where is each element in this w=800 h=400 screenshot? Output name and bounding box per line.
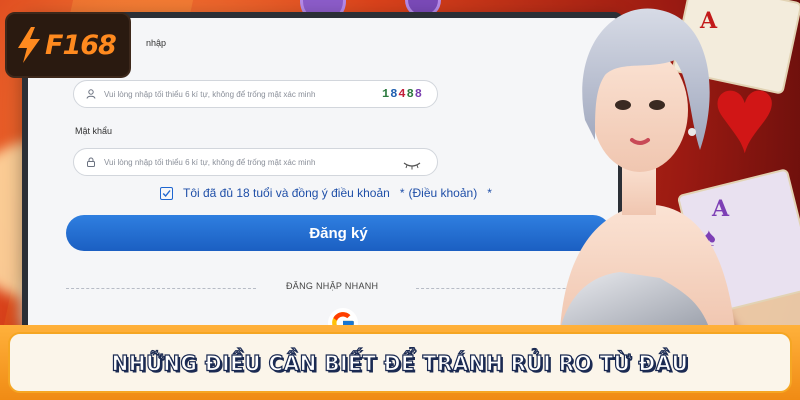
- password-field[interactable]: [73, 148, 438, 176]
- lock-icon: [86, 157, 96, 167]
- username-label: nhập: [146, 38, 167, 48]
- register-button[interactable]: Đăng ký: [66, 215, 611, 251]
- captcha-digit: 8: [414, 87, 423, 101]
- quick-login-label: ĐĂNG NHẬP NHANH: [286, 281, 379, 291]
- required-mark: *: [399, 186, 405, 200]
- password-input[interactable]: [102, 156, 396, 168]
- captcha-digit: 8: [406, 87, 415, 101]
- terms-link[interactable]: (Điều khoản): [409, 186, 478, 200]
- username-field[interactable]: 18488: [73, 80, 438, 108]
- required-mark: *: [487, 186, 492, 200]
- user-icon: [86, 89, 96, 99]
- title-banner-panel: NHỮNG ĐIỀU CẦN BIẾT ĐỂ TRÁNH RỦI RO TỪ Đ…: [8, 332, 792, 393]
- captcha-code[interactable]: 18488: [382, 87, 423, 101]
- captcha-digits: 18488: [382, 87, 423, 101]
- model-portrait: [560, 8, 735, 330]
- divider-line: [66, 288, 256, 289]
- banner-title: NHỮNG ĐIỀU CẦN BIẾT ĐỂ TRÁNH RỦI RO TỪ Đ…: [111, 349, 689, 376]
- f168-logo[interactable]: F168: [5, 12, 131, 78]
- lightning-bolt-icon: [18, 27, 40, 63]
- quick-login-divider: ĐĂNG NHẬP NHANH: [66, 278, 611, 298]
- username-input[interactable]: [102, 88, 396, 100]
- captcha-digit: 4: [398, 87, 407, 101]
- password-label: Mật khẩu: [75, 126, 113, 136]
- captcha-digit: 1: [381, 87, 391, 101]
- eye-closed-icon[interactable]: [403, 157, 421, 175]
- title-banner: NHỮNG ĐIỀU CẦN BIẾT ĐỂ TRÁNH RỦI RO TỪ Đ…: [0, 325, 800, 400]
- checkmark-icon: [162, 189, 171, 197]
- terms-text: Tôi đã đủ 18 tuổi và đồng ý điều khoản: [183, 186, 390, 200]
- terms-row: Tôi đã đủ 18 tuổi và đồng ý điều khoản *…: [160, 186, 496, 200]
- logo-text: F168: [45, 29, 117, 61]
- terms-checkbox[interactable]: [160, 186, 173, 200]
